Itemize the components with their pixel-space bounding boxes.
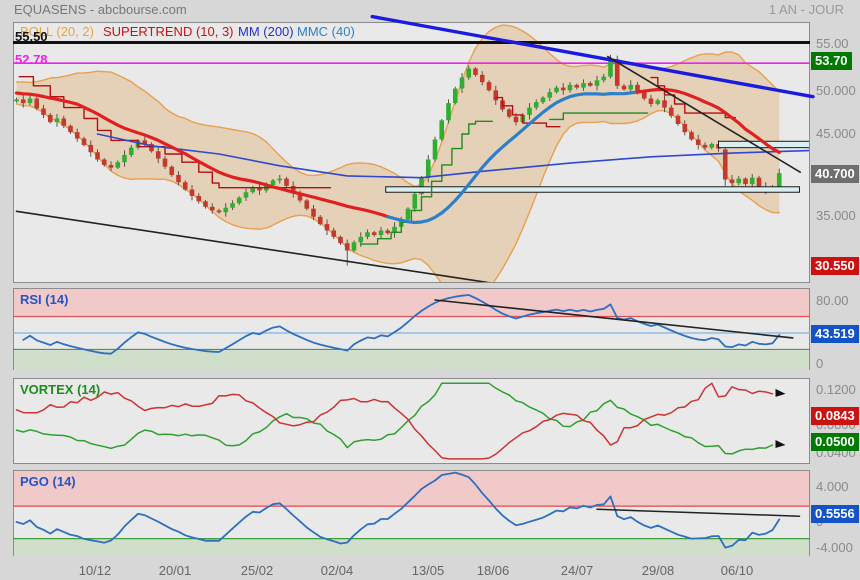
date-label-0: 10/12: [79, 563, 112, 578]
vortex-axis-label-0: 0.1200: [816, 382, 856, 397]
legend-item-2[interactable]: MM (200): [238, 24, 294, 39]
pgo-title: PGO (14): [20, 474, 76, 489]
timeframe-label: 1 AN - JOUR: [769, 2, 844, 17]
date-label-3: 02/04: [321, 563, 354, 578]
rsi-panel[interactable]: [13, 288, 810, 370]
pgo-upper-zone: [14, 471, 809, 507]
legend-item-1[interactable]: SUPERTREND (10, 3): [103, 24, 234, 39]
vortex-value-badge-1: 0.0500: [811, 433, 859, 451]
abcbourse-chart-page: { "header": {"title": "EQUASENS - abcbou…: [0, 0, 860, 580]
rsi-axis-label-0: 80.00: [816, 293, 849, 308]
price-axis-label-1: 50.000: [816, 83, 856, 98]
date-label-4: 13/05: [412, 563, 445, 578]
price-badge-2: 30.550: [811, 257, 859, 275]
main-level-label-0: 55.50: [15, 29, 48, 44]
price-axis-label-2: 45.000: [816, 126, 856, 141]
vortex-panel[interactable]: [13, 378, 810, 464]
rsi-overbought-zone: [14, 289, 809, 317]
main-chart-panel[interactable]: [13, 22, 810, 283]
price-axis-label-0: 55.00: [816, 36, 849, 51]
vortex-title: VORTEX (14): [20, 382, 100, 397]
page-title: EQUASENS - abcbourse.com: [14, 2, 187, 17]
pgo-axis-label-0: 4.000: [816, 479, 849, 494]
rsi-title: RSI (14): [20, 292, 68, 307]
date-label-7: 29/08: [642, 563, 675, 578]
price-badge-1: 40.700: [811, 165, 859, 183]
rsi-value-badge-0: 43.519: [811, 325, 859, 343]
legend-item-3[interactable]: MMC (40): [297, 24, 355, 39]
pgo-value-badge-0: 0.5556: [811, 505, 859, 523]
date-label-6: 24/07: [561, 563, 594, 578]
pgo-panel[interactable]: [13, 470, 810, 556]
rsi-oversold-zone: [14, 351, 809, 370]
vortex-value-badge-0: 0.0843: [811, 407, 859, 425]
date-label-5: 18/06: [477, 563, 510, 578]
date-label-8: 06/10: [721, 563, 754, 578]
rsi-axis-label-2: 0: [816, 356, 823, 371]
pgo-axis-label-2: -4.000: [816, 540, 853, 555]
main-level-label-1: 52.78: [15, 52, 48, 67]
pgo-lower-zone: [14, 540, 809, 556]
date-label-1: 20/01: [159, 563, 192, 578]
date-label-2: 25/02: [241, 563, 274, 578]
price-badge-0: 53.70: [811, 52, 852, 70]
price-axis-label-3: 35.000: [816, 208, 856, 223]
